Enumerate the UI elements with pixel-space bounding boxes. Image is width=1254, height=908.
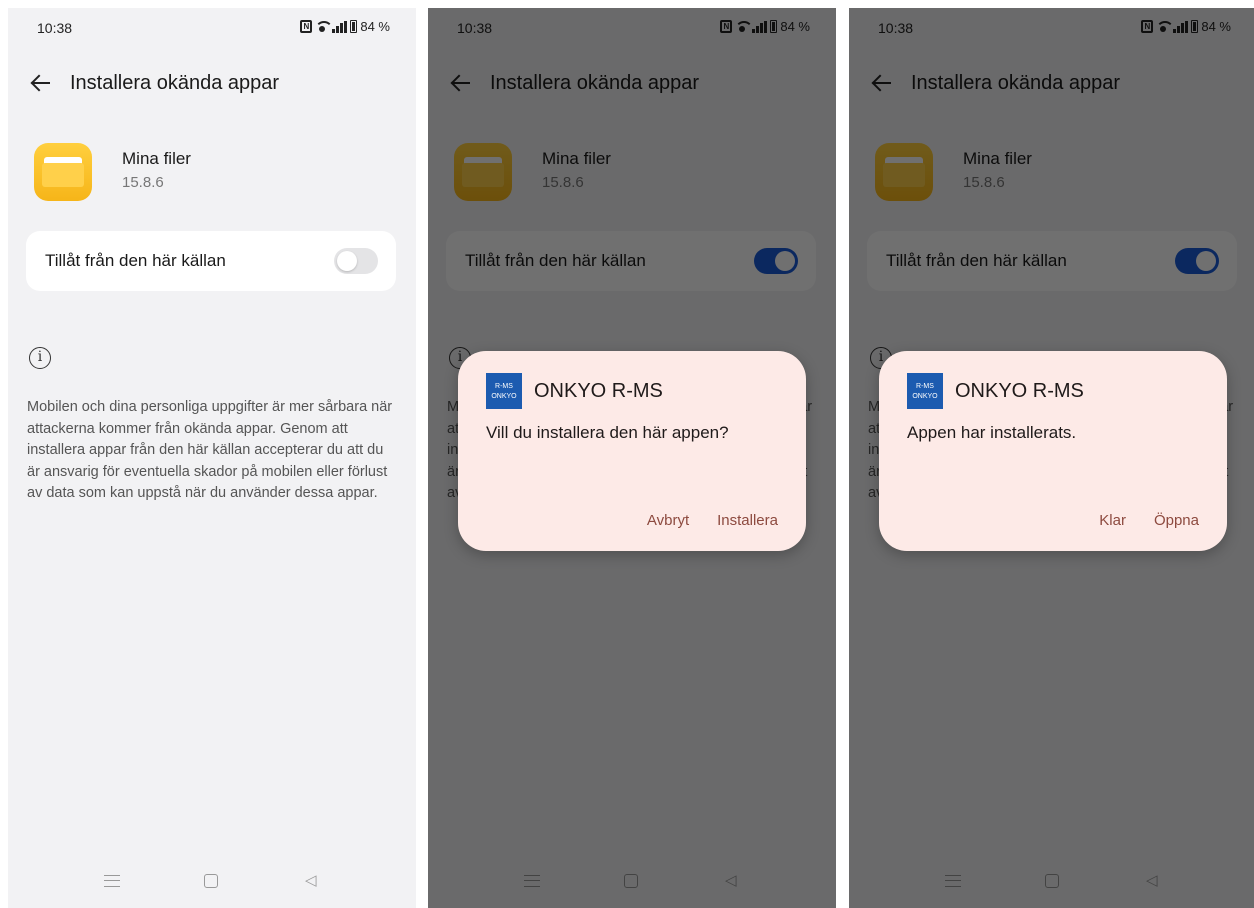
home-icon[interactable]	[204, 874, 218, 888]
warning-text: Mobilen och dina personliga uppgifter är…	[27, 399, 393, 501]
signal-icon	[332, 20, 348, 33]
app-version: 15.8.6	[122, 174, 164, 191]
nfc-icon: N	[300, 20, 313, 33]
screen-installed-dialog: 10:38 N 84 % Installera okända appar Min…	[849, 8, 1254, 908]
status-bar: 10:38 N 84 %	[8, 8, 416, 46]
onkyo-app-logo: R-MS ONKYO	[486, 373, 522, 409]
status-icons: N 84 %	[300, 19, 390, 34]
back-arrow-icon[interactable]	[30, 72, 52, 94]
header: Installera okända appar	[30, 68, 400, 98]
onkyo-app-logo: R-MS ONKYO	[907, 373, 943, 409]
wifi-icon	[315, 20, 334, 33]
done-button[interactable]: Klar	[1099, 512, 1126, 529]
folder-app-icon	[34, 143, 92, 201]
dialog-title: ONKYO R-MS	[955, 380, 1084, 402]
dialog-title: ONKYO R-MS	[534, 380, 663, 402]
install-button[interactable]: Installera	[717, 512, 778, 529]
allow-source-row[interactable]: Tillåt från den här källan	[26, 231, 396, 291]
app-name: Mina filer	[122, 149, 191, 168]
screen-install-dialog: 10:38 N 84 % Installera okända appar Min…	[428, 8, 836, 908]
app-info: Mina filer 15.8.6	[34, 142, 191, 202]
battery-percent: 84 %	[360, 19, 390, 34]
status-time: 10:38	[37, 20, 73, 36]
install-dialog: R-MS ONKYO ONKYO R-MS Vill du installera…	[458, 351, 806, 551]
screen-toggle-off: 10:38 N 84 % Installera okända appar Min…	[8, 8, 416, 908]
allow-source-toggle[interactable]	[334, 248, 378, 274]
cancel-button[interactable]: Avbryt	[647, 512, 689, 529]
info-icon: i	[29, 347, 51, 369]
dialog-message: Appen har installerats.	[907, 423, 1077, 442]
recents-icon[interactable]	[104, 875, 120, 887]
dialog-actions: Klar Öppna	[1099, 512, 1199, 529]
navigation-bar: ◁	[8, 872, 416, 892]
nav-back-icon[interactable]: ◁	[305, 872, 321, 890]
allow-source-label: Tillåt från den här källan	[45, 251, 226, 270]
dialog-actions: Avbryt Installera	[647, 512, 778, 529]
page-title: Installera okända appar	[70, 71, 280, 94]
battery-icon	[350, 20, 358, 33]
installed-dialog: R-MS ONKYO ONKYO R-MS Appen har installe…	[879, 351, 1227, 551]
open-button[interactable]: Öppna	[1154, 512, 1199, 529]
dialog-message: Vill du installera den här appen?	[486, 423, 729, 442]
